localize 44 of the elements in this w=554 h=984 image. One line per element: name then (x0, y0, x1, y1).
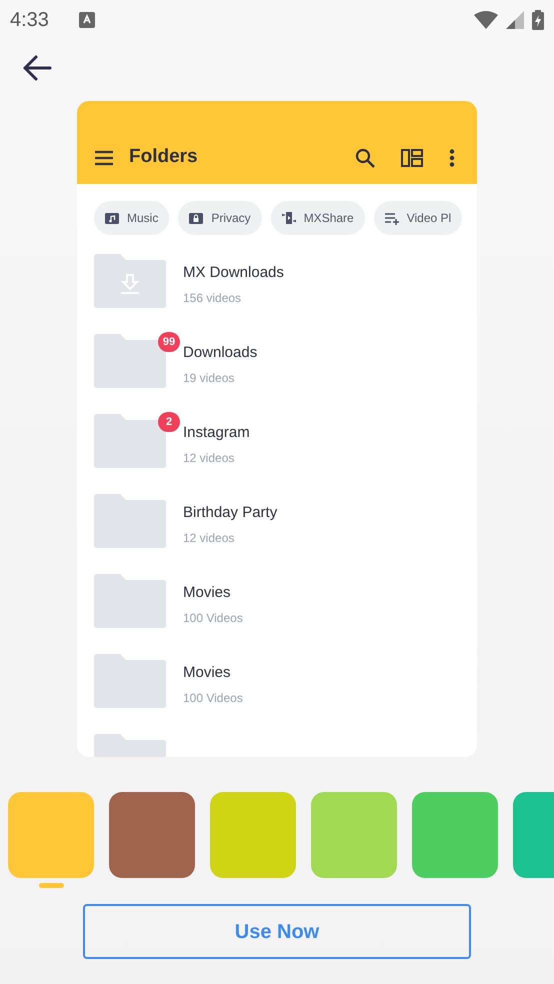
use-now-button[interactable]: Use Now (83, 904, 471, 959)
color-swatch[interactable] (412, 792, 498, 878)
video-count: 12 videos (183, 530, 236, 546)
download-folder-icon (94, 254, 166, 308)
count-badge: 2 (158, 412, 180, 432)
video-count: 19 videos (183, 370, 236, 386)
menu-icon (95, 150, 113, 166)
folder-name: Movies (183, 663, 232, 683)
folder-name: Movies (183, 583, 232, 603)
video-count: 100 Videos (183, 610, 243, 626)
color-swatch[interactable] (8, 792, 94, 878)
filter-chip[interactable]: Music (94, 201, 170, 235)
color-swatch[interactable] (210, 792, 296, 878)
folder-name: Birthday Party (183, 503, 278, 523)
music-folder-icon (105, 211, 119, 225)
video-count: 156 videos (183, 290, 242, 306)
folder-name: Instagram (183, 423, 250, 443)
folder-icon (94, 574, 166, 628)
signal-icon (506, 11, 524, 29)
app-title: Folders (129, 145, 198, 170)
lock-folder-icon (189, 211, 204, 225)
folder-icon (94, 494, 166, 548)
battery-icon (532, 10, 544, 30)
status-time: 4:33 (10, 8, 49, 33)
folder-icon (94, 414, 166, 468)
count-badge: 99 (158, 332, 180, 352)
video-count: 12 videos (183, 450, 236, 466)
wifi-icon (474, 11, 498, 29)
filter-chip[interactable]: Video Pl (374, 201, 462, 235)
more-icon (449, 148, 455, 166)
back-arrow-icon[interactable] (22, 55, 52, 81)
color-swatch[interactable] (109, 792, 195, 878)
folder-name: Downloads (183, 343, 258, 363)
video-count: 100 Videos (183, 690, 243, 706)
search-icon (355, 148, 375, 168)
layout-icon (401, 148, 423, 166)
share-icon (282, 211, 296, 225)
folder-name: MX Downloads (183, 263, 284, 283)
filter-chip[interactable]: Privacy (178, 201, 262, 235)
playlist-icon (384, 211, 399, 225)
folder-icon (94, 654, 166, 708)
color-swatch[interactable] (311, 792, 397, 878)
filter-chip[interactable]: MXShare (270, 201, 365, 235)
keyboard-icon (78, 12, 95, 28)
